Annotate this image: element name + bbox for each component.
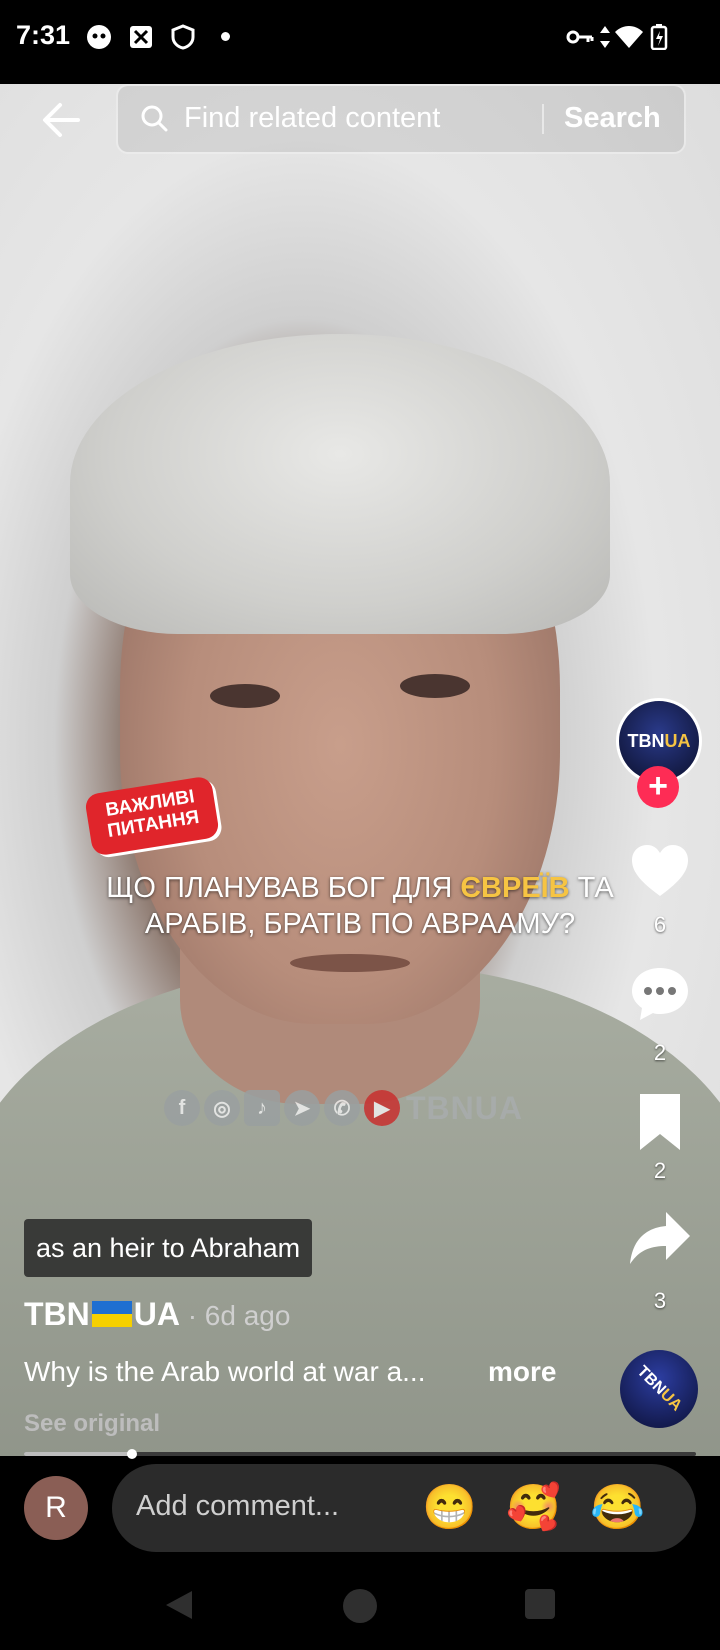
instagram-icon: ◎ [204, 1090, 240, 1126]
see-original-link[interactable]: See original [24, 1410, 160, 1438]
like-count: 6 [653, 912, 667, 937]
share-icon[interactable] [628, 1206, 692, 1270]
tiktok-icon: ♪ [244, 1090, 280, 1126]
video-progress-bar[interactable] [24, 1449, 696, 1459]
video-caption: ЩО ПЛАНУВАВ БОГ ДЛЯ ЄВРЕЇВ ТА АРАБІВ, БР… [80, 870, 640, 942]
video-subject-eye-left [210, 684, 280, 708]
wifi-icon [615, 26, 643, 48]
caption-text-end: ТА [569, 872, 614, 904]
system-nav-bar [0, 1566, 720, 1650]
laugh-emoji-button[interactable]: 😂 [590, 1478, 645, 1538]
grin-emoji-button[interactable]: 😁 [422, 1478, 477, 1538]
battery-icon [650, 24, 668, 50]
love-emoji-button[interactable]: 🥰 [506, 1478, 561, 1538]
telegram-icon: ➤ [284, 1090, 320, 1126]
facebook-icon: f [164, 1090, 200, 1126]
search-bar[interactable]: Find related content Search [116, 84, 686, 154]
nav-back-icon[interactable] [162, 1588, 196, 1622]
author-name-part2: UA [133, 1296, 179, 1332]
video-subject-hair [70, 334, 610, 634]
progress-knob[interactable] [126, 1449, 137, 1459]
caption-text: ЩО ПЛАНУВАВ БОГ ДЛЯ [106, 872, 461, 904]
follow-plus-button[interactable]: + [637, 766, 679, 808]
caption-line-2: АРАБІВ, БРАТІВ ПО АВРААМУ? [144, 908, 576, 940]
nav-home-icon[interactable] [342, 1588, 378, 1624]
save-count: 2 [653, 1158, 667, 1183]
game-notification-icon [130, 26, 152, 48]
search-icon [141, 105, 168, 132]
user-avatar[interactable]: R [24, 1476, 88, 1540]
status-bar: 7:31 [0, 0, 720, 84]
social-watermark: f ◎ ♪ ➤ ✆ ▶ TBNUA [164, 1088, 523, 1128]
avatar-text: TBN [627, 730, 665, 751]
search-button[interactable]: Search [564, 102, 661, 135]
comment-placeholder: Add comment... [136, 1490, 340, 1522]
progress-fill [24, 1452, 132, 1456]
more-button[interactable]: more [488, 1356, 556, 1388]
more-notifications-dot [221, 32, 230, 41]
bookmark-icon[interactable] [628, 1090, 692, 1154]
video-subject-mouth [290, 954, 410, 972]
comment-input[interactable]: Add comment... 😁 🥰 😂 [112, 1464, 696, 1552]
post-description[interactable]: Why is the Arab world at war a... [24, 1356, 426, 1388]
search-input[interactable]: Find related content [184, 102, 440, 135]
nav-recents-icon[interactable] [524, 1588, 556, 1620]
vpn-key-icon [566, 30, 594, 44]
search-tag[interactable]: as an heir to Abraham [24, 1219, 313, 1277]
youtube-icon: ▶ [364, 1090, 400, 1126]
comment-count: 2 [653, 1040, 667, 1065]
data-arrows-icon [600, 26, 610, 48]
viber-icon: ✆ [324, 1090, 360, 1126]
caption-line-1: ЩО ПЛАНУВАВ БОГ ДЛЯ ЄВРЕЇВ ТА [80, 870, 640, 906]
shield-icon [171, 24, 195, 50]
ukraine-flag-icon [91, 1301, 132, 1327]
post-age: · 6d ago [187, 1300, 291, 1331]
avatar-text-ua: UA [664, 730, 691, 751]
heart-icon[interactable] [628, 840, 692, 904]
caption-highlight: ЄВРЕЇВ [460, 872, 570, 904]
watermark-text: TBNUA [406, 1089, 523, 1126]
search-divider [542, 104, 544, 134]
comment-icon[interactable] [628, 962, 692, 1026]
app-notification-icon [87, 25, 111, 49]
author-name[interactable]: TBN UA · 6d ago [24, 1296, 290, 1333]
share-count: 3 [653, 1288, 667, 1313]
author-name-part1: TBN [24, 1296, 90, 1332]
video-subject-eye-right [400, 674, 470, 698]
back-arrow-icon[interactable] [38, 96, 86, 144]
status-time: 7:31 [16, 20, 71, 50]
